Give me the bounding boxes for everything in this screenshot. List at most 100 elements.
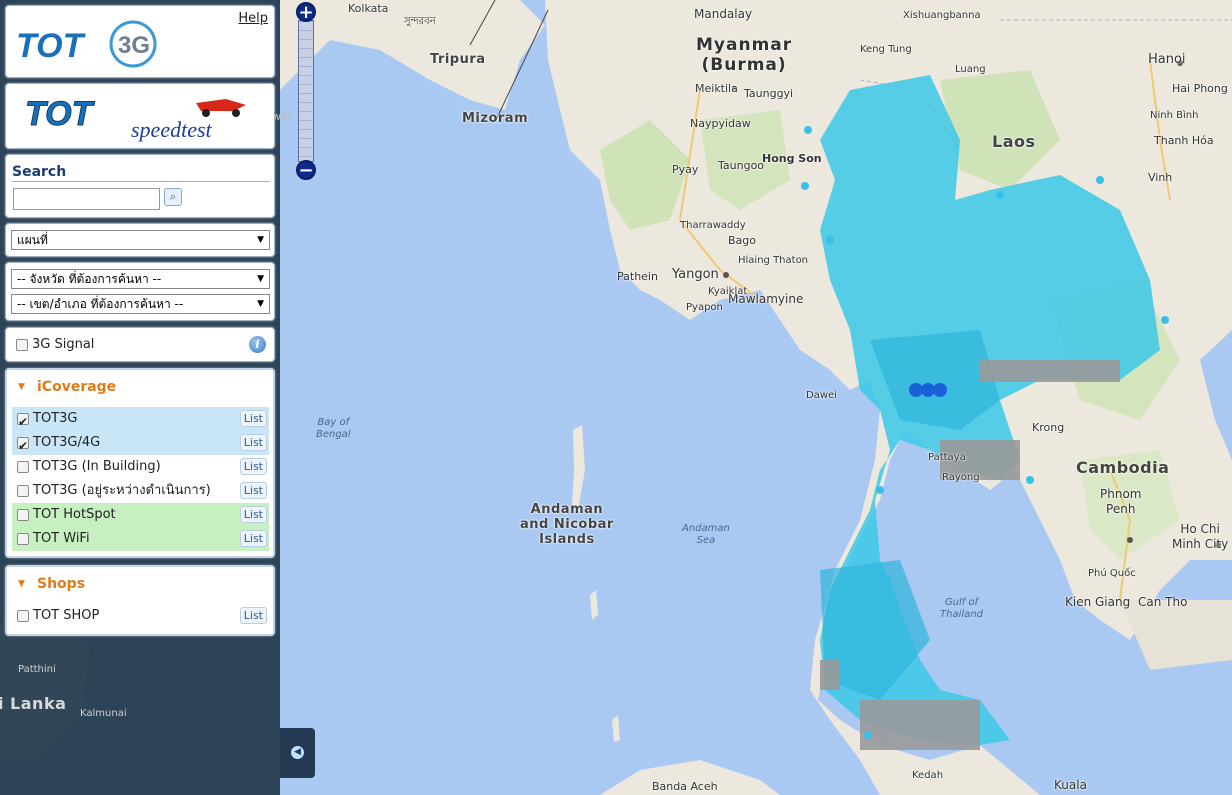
map-label-sundarban: সুন্দরবন <box>404 16 436 27</box>
map-label-tripura: Tripura <box>430 52 486 67</box>
list-button-tot3g-4g[interactable]: List <box>239 434 267 451</box>
map-label-hongson: Hong Son <box>762 152 822 165</box>
map-label-pattaya: Pattaya <box>928 452 966 463</box>
search-panel: Search ⌕ <box>5 154 275 218</box>
list-button-tot3g-in-progress[interactable]: List <box>239 482 267 499</box>
layer-label: TOT3G (อยู่ระหว่างดำเนินการ) <box>33 483 211 498</box>
map-label-kalmunai: Kalmunai <box>80 708 127 719</box>
map-label-krong: Krong <box>1032 421 1065 434</box>
map-label-tharrawaddy: Tharrawaddy <box>680 220 746 231</box>
list-button-tot3g-in-building[interactable]: List <box>239 458 267 475</box>
signal-row: 3G Signal <box>16 337 94 352</box>
layer-checkbox-tot3g[interactable] <box>17 410 29 434</box>
map-label-bago: Bago <box>728 234 756 247</box>
layer-row-tot3g-4g: TOT3G/4G List <box>12 431 269 458</box>
chevron-down-icon: ▼ <box>257 299 264 309</box>
search-input[interactable] <box>13 188 160 210</box>
region-panel: -- จังหวัด ที่ต้องการค้นหา -- ▼ -- เขต/อ… <box>5 262 275 321</box>
help-link[interactable]: Help <box>238 11 268 26</box>
layer-checkbox-tot-hotspot[interactable] <box>17 509 29 521</box>
layer-checkbox-tot3g-4g[interactable] <box>17 434 29 458</box>
map-label-patthini: Patthini <box>18 664 56 675</box>
map-label-kiengiang: Kien Giang <box>1065 595 1131 609</box>
shops-panel: ▼ Shops TOT SHOP List <box>5 565 275 636</box>
district-select[interactable]: -- เขต/อำเภอ ที่ต้องการค้นหา -- ▼ <box>11 294 270 314</box>
sidebar: war Patthini i Lanka Kalmunai TOT 3G Hel… <box>0 0 292 795</box>
layer-label: TOT3G/4G <box>33 435 101 450</box>
map-type-panel: แผนที่ ▼ <box>5 223 275 257</box>
map-label-kolkata: Kolkata <box>348 2 389 15</box>
signal-panel: 3G Signal i <box>5 327 275 362</box>
map-label-rayong: Rayong <box>942 472 980 483</box>
map-label-kengtung: Keng Tung <box>860 44 912 55</box>
map-label-vinh: Vinh <box>1148 171 1173 184</box>
tot3g-logo: TOT 3G <box>16 20 157 68</box>
list-button-tot-hotspot[interactable]: List <box>239 506 267 523</box>
map-label-cantho: Can Tho <box>1138 595 1188 609</box>
map-type-selected: แผนที่ <box>17 233 48 247</box>
layer-checkbox-tot-shop[interactable] <box>17 610 29 622</box>
map-label-taungoo: Taungoo <box>718 159 765 172</box>
svg-text:3G: 3G <box>118 32 150 59</box>
triangle-down-icon: ▼ <box>18 382 25 392</box>
map-label-myanmar: Myanmar (Burma) <box>696 35 793 75</box>
layer-row-tot-hotspot: TOT HotSpot List <box>12 503 269 527</box>
layer-row-tot-wifi: TOT WiFi List <box>12 527 269 551</box>
map-label-srilanka: i Lanka <box>0 694 67 713</box>
zoom-out-button[interactable]: − <box>296 160 316 180</box>
shops-header[interactable]: ▼ Shops <box>7 567 273 601</box>
map-label-bay-of-bengal: Bay of Bengal <box>316 417 351 440</box>
district-selected: -- เขต/อำเภอ ที่ต้องการค้นหา -- <box>17 297 184 311</box>
layer-label: TOT WiFi <box>33 531 90 546</box>
map-label-haiphong: Hai Phong <box>1172 82 1228 95</box>
zoom-in-button[interactable]: + <box>296 2 316 22</box>
map-label-taunggyi: Taunggyi <box>744 87 794 100</box>
arrow-left-icon: ◀ <box>291 746 304 759</box>
map-label-hochiminh: Ho Chi Minh City <box>1172 522 1229 551</box>
map-label-kuala: Kuala <box>1054 778 1087 792</box>
signal-checkbox[interactable] <box>16 338 28 351</box>
map-label-awar: war <box>272 110 293 123</box>
list-button-tot-wifi[interactable]: List <box>239 530 267 547</box>
list-button-tot-shop[interactable]: List <box>239 607 267 624</box>
map-label-yangon: Yangon <box>672 267 719 282</box>
map-label-andaman-sea: Andaman Sea <box>682 523 730 546</box>
layer-checkbox-tot3g-in-progress[interactable] <box>17 485 29 497</box>
zoom-slider-track[interactable] <box>298 20 314 162</box>
search-button[interactable]: ⌕ <box>164 188 182 206</box>
map-label-cambodia: Cambodia <box>1076 458 1170 477</box>
triangle-down-icon: ▼ <box>18 579 25 589</box>
info-icon[interactable]: i <box>249 336 266 353</box>
collapse-sidebar-button[interactable]: ◀ <box>280 728 315 778</box>
layer-label: TOT3G <box>33 411 78 426</box>
coverage-panel: ▼ iCoverage TOT3G List TOT3G/4G List TOT… <box>5 368 275 558</box>
layer-label: TOT3G (In Building) <box>33 459 161 474</box>
province-select[interactable]: -- จังหวัด ที่ต้องการค้นหา -- ▼ <box>11 269 270 289</box>
map-label-bandaaceh: Banda Aceh <box>652 780 718 793</box>
province-selected: -- จังหวัด ที่ต้องการค้นหา -- <box>17 272 162 286</box>
map-label-kyaiklat: Kyaiklat <box>708 286 748 297</box>
map-label-pyay: Pyay <box>672 163 699 176</box>
layer-checkbox-tot3g-in-building[interactable] <box>17 461 29 473</box>
speedtest-banner[interactable]: TOT speedtest <box>5 83 275 149</box>
map-label-hlaingthaton: Hlaing Thaton <box>738 255 809 266</box>
map-label-kedah: Kedah <box>912 770 944 781</box>
chevron-down-icon: ▼ <box>257 235 264 245</box>
layer-checkbox-tot-wifi[interactable] <box>17 533 29 545</box>
zoom-control: + − <box>296 2 316 182</box>
layer-label: TOT HotSpot <box>33 507 116 522</box>
map-label-phuquoc: Phú Quốc <box>1088 568 1136 579</box>
map-label-gulf-of-thailand: Gulf of Thailand <box>940 597 983 620</box>
map-label-hanoi: Hanoi <box>1148 52 1186 67</box>
layer-row-tot3g: TOT3G List <box>12 407 269 434</box>
map-type-select[interactable]: แผนที่ ▼ <box>11 230 270 250</box>
list-button-tot3g[interactable]: List <box>239 410 267 427</box>
map-label-pathein: Pathein <box>617 270 658 283</box>
shops-title: Shops <box>37 576 86 592</box>
map-label-thanhhoa: Thanh Hóa <box>1154 134 1214 147</box>
svg-text:TOT: TOT <box>16 27 87 65</box>
signal-label: 3G Signal <box>32 337 95 352</box>
search-title: Search <box>12 164 270 182</box>
coverage-header[interactable]: ▼ iCoverage <box>7 370 273 404</box>
logo-panel: TOT 3G Help <box>5 5 275 78</box>
